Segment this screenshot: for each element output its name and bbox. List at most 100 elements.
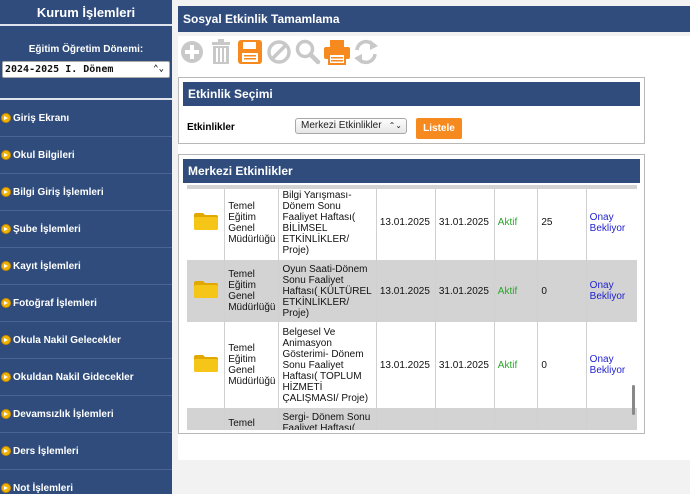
cancel-icon[interactable]: [265, 38, 293, 66]
status-cell: [494, 408, 539, 430]
folder-icon[interactable]: [193, 355, 218, 372]
arrow-circle-icon: [1, 335, 11, 345]
add-icon[interactable]: [178, 38, 206, 66]
sidebar-menu-item[interactable]: Okuldan Nakil Gidecekler: [0, 359, 172, 396]
approval-cell[interactable]: [586, 408, 637, 430]
activities-label: Etkinlikler: [187, 122, 235, 133]
institution-cell: Temel Eğitim Genel Müdürlüğü: [224, 322, 280, 408]
arrow-circle-icon: [1, 409, 11, 419]
folder-cell: [187, 260, 226, 322]
arrow-circle-icon: [1, 224, 11, 234]
count-cell: [537, 408, 587, 430]
count-cell: 0: [537, 260, 587, 322]
sidebar-menu-item[interactable]: Giriş Ekranı: [0, 100, 172, 137]
folder-cell: [187, 408, 226, 430]
content-area: Etkinlik Seçimi Etkinlikler Merkezi Etki…: [178, 68, 690, 460]
table-row[interactable]: Temel Eğitim Genel Müdürlüğü Oyun Saati-D…: [187, 260, 637, 322]
arrow-circle-icon: [1, 187, 11, 197]
folder-icon[interactable]: [193, 281, 218, 298]
save-icon[interactable]: [236, 38, 264, 66]
end-date-cell: [435, 408, 495, 430]
activity-name-cell: Oyun Saati-Dönem Sonu Faaliyet Haftası( …: [278, 260, 377, 322]
table-row[interactable]: Temel Sergi- Dönem Sonu Faaliyet Haftası(: [187, 408, 637, 430]
institution-cell: Temel Eğitim Genel Müdürlüğü: [224, 185, 280, 260]
end-date-cell: 31.01.2025: [435, 260, 495, 322]
folder-cell: [187, 185, 226, 260]
status-cell: Aktif: [494, 322, 539, 408]
status-cell: Aktif: [494, 260, 539, 322]
list-button[interactable]: Listele: [416, 118, 462, 139]
activity-name-cell: Bilgi Yarışması-Dönem Sonu Faaliyet Haft…: [278, 185, 377, 260]
sidebar-menu-label: Not İşlemleri: [13, 482, 74, 494]
sidebar-menu-label: Bilgi Giriş İşlemleri: [13, 186, 104, 198]
sidebar-title: Kurum İşlemleri: [0, 0, 172, 26]
sidebar-menu-item[interactable]: Okula Nakil Gelecekler: [0, 322, 172, 359]
activity-name-cell: Sergi- Dönem Sonu Faaliyet Haftası(: [278, 408, 377, 430]
arrow-circle-icon: [1, 372, 11, 382]
arrow-circle-icon: [1, 446, 11, 456]
main-area: Sosyal Etkinlik Tamamlama Etkinlik Seçim…: [172, 0, 690, 494]
table-row[interactable]: Temel Eğitim Genel Müdürlüğü Bilgi Yarışm…: [187, 185, 637, 260]
approval-cell[interactable]: Onay Bekliyor: [586, 322, 637, 408]
approval-cell[interactable]: Onay Bekliyor: [586, 260, 637, 322]
activities-select[interactable]: Merkezi Etkinlikler ⌃⌄: [295, 118, 407, 134]
arrow-circle-icon: [1, 298, 11, 308]
sidebar-menu-label: Okuldan Nakil Gidecekler: [13, 371, 134, 383]
page-title: Sosyal Etkinlik Tamamlama: [178, 6, 690, 32]
sidebar-menu-label: Fotoğraf İşlemleri: [13, 297, 97, 309]
end-date-cell: 31.01.2025: [435, 322, 495, 408]
count-cell: 25: [537, 185, 587, 260]
sidebar-menu-item[interactable]: Okul Bilgileri: [0, 137, 172, 174]
period-value: 2024-2025 I. Dönem: [5, 64, 114, 75]
period-select[interactable]: 2024-2025 I. Dönem ⌃⌄: [2, 61, 170, 78]
sidebar-menu-label: Kayıt İşlemleri: [13, 260, 81, 272]
sidebar-menu-item[interactable]: Not İşlemleri: [0, 470, 172, 494]
table-row[interactable]: Temel Eğitim Genel Müdürlüğü Belgesel Ve …: [187, 322, 637, 408]
arrow-circle-icon: [1, 483, 11, 493]
activities-list-panel: Merkezi Etkinlikler Temel Eğitim Genel M…: [178, 154, 645, 434]
folder-cell: [187, 322, 226, 408]
start-date-cell: [376, 408, 436, 430]
arrow-circle-icon: [1, 261, 11, 271]
period-label: Eğitim Öğretim Dönemi:: [28, 44, 144, 55]
activity-name-cell: Belgesel Ve Animasyon Gösterimi- Dönem S…: [278, 322, 377, 408]
institution-cell: Temel Eğitim Genel Müdürlüğü: [224, 260, 280, 322]
sidebar: Kurum İşlemleri Eğitim Öğretim Dönemi: 2…: [0, 0, 172, 494]
end-date-cell: 31.01.2025: [435, 185, 495, 260]
sidebar-menu-label: Ders İşlemleri: [13, 445, 79, 457]
sidebar-menu: Giriş Ekranı Okul Bilgileri Bilgi Giriş İş…: [0, 98, 172, 494]
delete-icon[interactable]: [207, 38, 235, 66]
approval-cell[interactable]: Onay Bekliyor: [586, 185, 637, 260]
sidebar-menu-item[interactable]: Bilgi Giriş İşlemleri: [0, 174, 172, 211]
arrow-circle-icon: [1, 113, 11, 123]
sidebar-menu-label: Devamsızlık İşlemleri: [13, 408, 114, 420]
activities-table-scroll[interactable]: Temel Eğitim Genel Müdürlüğü Bilgi Yarışm…: [187, 185, 637, 430]
scrollbar[interactable]: [632, 385, 635, 415]
sidebar-menu-item[interactable]: Fotoğraf İşlemleri: [0, 285, 172, 322]
selection-panel: Etkinlik Seçimi Etkinlikler Merkezi Etki…: [178, 77, 645, 144]
table-top-strip: [187, 185, 637, 189]
activities-table: Temel Eğitim Genel Müdürlüğü Bilgi Yarışm…: [187, 185, 637, 430]
sidebar-menu-item[interactable]: Devamsızlık İşlemleri: [0, 396, 172, 433]
sidebar-menu-label: Okula Nakil Gelecekler: [13, 334, 121, 346]
sidebar-menu-label: Okul Bilgileri: [13, 149, 75, 161]
activities-select-value: Merkezi Etkinlikler: [301, 120, 382, 131]
arrow-circle-icon: [1, 150, 11, 160]
count-cell: 0: [537, 322, 587, 408]
institution-cell: Temel: [224, 408, 280, 430]
toolbar: [178, 36, 690, 68]
refresh-icon[interactable]: [352, 38, 380, 66]
chevron-updown-icon: ⌃⌄: [153, 64, 164, 74]
sidebar-menu-item[interactable]: Şube İşlemleri: [0, 211, 172, 248]
status-cell: Aktif: [494, 185, 539, 260]
start-date-cell: 13.01.2025: [376, 260, 436, 322]
sidebar-menu-label: Şube İşlemleri: [13, 223, 81, 235]
start-date-cell: 13.01.2025: [376, 185, 436, 260]
sidebar-menu-item[interactable]: Ders İşlemleri: [0, 433, 172, 470]
sidebar-menu-item[interactable]: Kayıt İşlemleri: [0, 248, 172, 285]
sidebar-menu-label: Giriş Ekranı: [13, 112, 70, 124]
print-icon[interactable]: [323, 38, 351, 66]
folder-icon[interactable]: [193, 212, 218, 230]
list-panel-title: Merkezi Etkinlikler: [183, 159, 640, 183]
search-icon[interactable]: [294, 38, 322, 66]
